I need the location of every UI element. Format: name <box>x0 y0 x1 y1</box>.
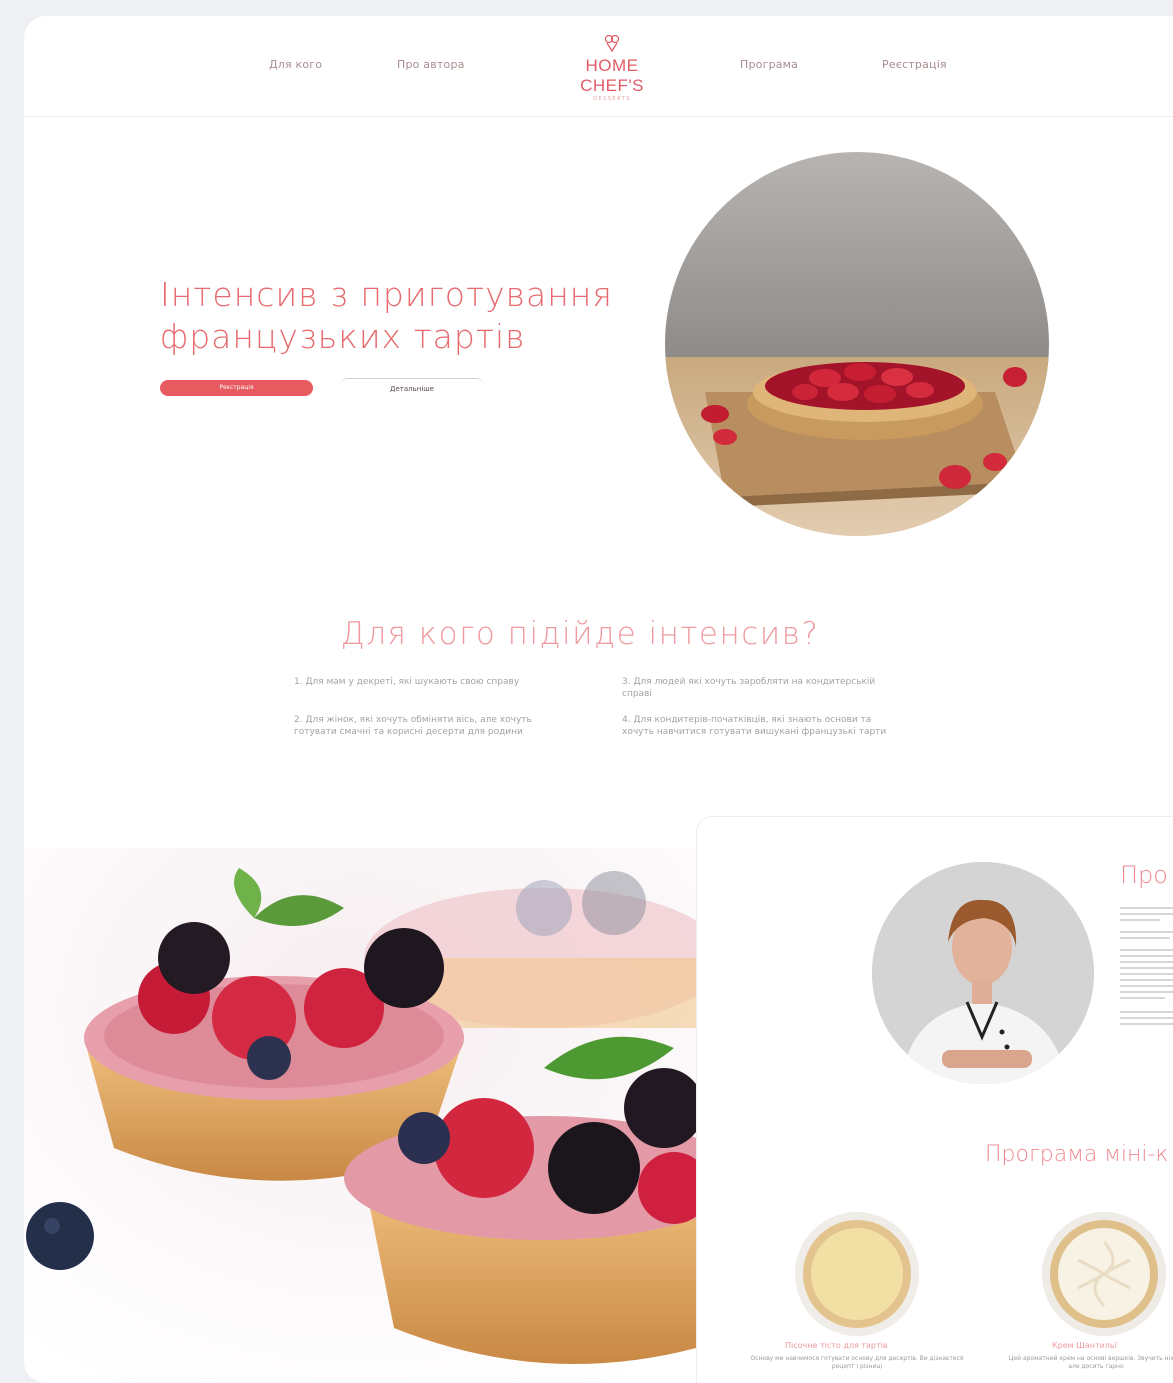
chef-portrait-image <box>872 862 1094 1084</box>
about-text-line <box>1120 979 1173 981</box>
nav-item-about-author[interactable]: Про автора <box>397 58 465 71</box>
logo-text: HOME CHEF'S <box>580 56 644 95</box>
program-item-1-label: Пісочне тісто для тартів <box>785 1341 888 1350</box>
about-text-line <box>1120 907 1173 909</box>
cream-tart-illustration <box>1042 1212 1166 1336</box>
about-text-line <box>1120 949 1173 951</box>
page-card: Для кого Про автора HOME CHEF'S DESSERTS… <box>24 16 1173 1383</box>
about-text-line <box>1120 961 1173 963</box>
who-item-3: 3. Для людей які хочуть заробляти на кон… <box>622 677 876 699</box>
nav-item-program[interactable]: Програма <box>740 58 798 71</box>
strawberry-tart-illustration <box>665 152 1049 536</box>
about-author-title: Про <box>1120 861 1168 889</box>
logo[interactable]: HOME CHEF'S DESSERTS <box>552 34 672 103</box>
about-text-line <box>1120 913 1173 915</box>
register-button[interactable]: Реєстрація <box>160 380 313 396</box>
about-text-line <box>1120 919 1160 921</box>
who-item-2: 2. Для жінок, які хочуть обміняти вісь, … <box>294 715 532 737</box>
about-text-line <box>1120 973 1173 975</box>
about-program-panel: Про Програма міні-к Пісочне тісто для та… <box>696 816 1173 1383</box>
about-text-line <box>1120 967 1173 969</box>
about-text-line <box>1120 985 1173 987</box>
who-section-title: Для кого підійде інтенсив? <box>340 616 820 652</box>
chef-illustration <box>872 862 1094 1084</box>
about-text-line <box>1120 991 1173 993</box>
nav-item-for-whom[interactable]: Для кого <box>269 58 322 71</box>
chantilly-cream-image <box>1042 1212 1166 1336</box>
about-text-line <box>1120 997 1165 999</box>
logo-mark-icon <box>604 34 620 53</box>
top-nav: Для кого Про автора HOME CHEF'S DESSERTS… <box>24 16 1173 117</box>
who-item-4: 4. Для кондитерів-початківців, які знают… <box>622 715 887 737</box>
berry-tarts-illustration <box>24 848 696 1383</box>
who-item-1: 1. Для мам у декреті, які шукають свою с… <box>294 677 520 687</box>
program-item-2-desc: Цей ароматний крем на основі вершків. Зв… <box>1008 1355 1173 1370</box>
details-button[interactable]: Детальніше <box>340 378 484 397</box>
program-item-2-label: Крем Шантильї <box>1052 1341 1117 1350</box>
program-item-1-desc: Основу ми навчимося готувати основу для … <box>750 1355 964 1370</box>
about-text-line <box>1120 1023 1173 1025</box>
tart-shell-illustration <box>795 1212 919 1336</box>
about-text-line <box>1120 931 1173 933</box>
berry-tarts-image <box>24 848 696 1383</box>
strawberry-tart-image <box>665 152 1049 536</box>
about-text-line <box>1120 1017 1173 1019</box>
program-title: Програма міні-к <box>985 1142 1169 1167</box>
about-text-line <box>1120 1011 1173 1013</box>
logo-subtitle: DESSERTS <box>593 96 631 102</box>
hero-title: Інтенсив з приготування французьких тарт… <box>160 275 613 356</box>
about-text-line <box>1120 955 1173 957</box>
shortcrust-base-image <box>795 1212 919 1336</box>
about-text-line <box>1120 937 1170 939</box>
nav-item-registration[interactable]: Реєстрація <box>882 58 947 71</box>
chef-hat-icon <box>552 34 672 56</box>
